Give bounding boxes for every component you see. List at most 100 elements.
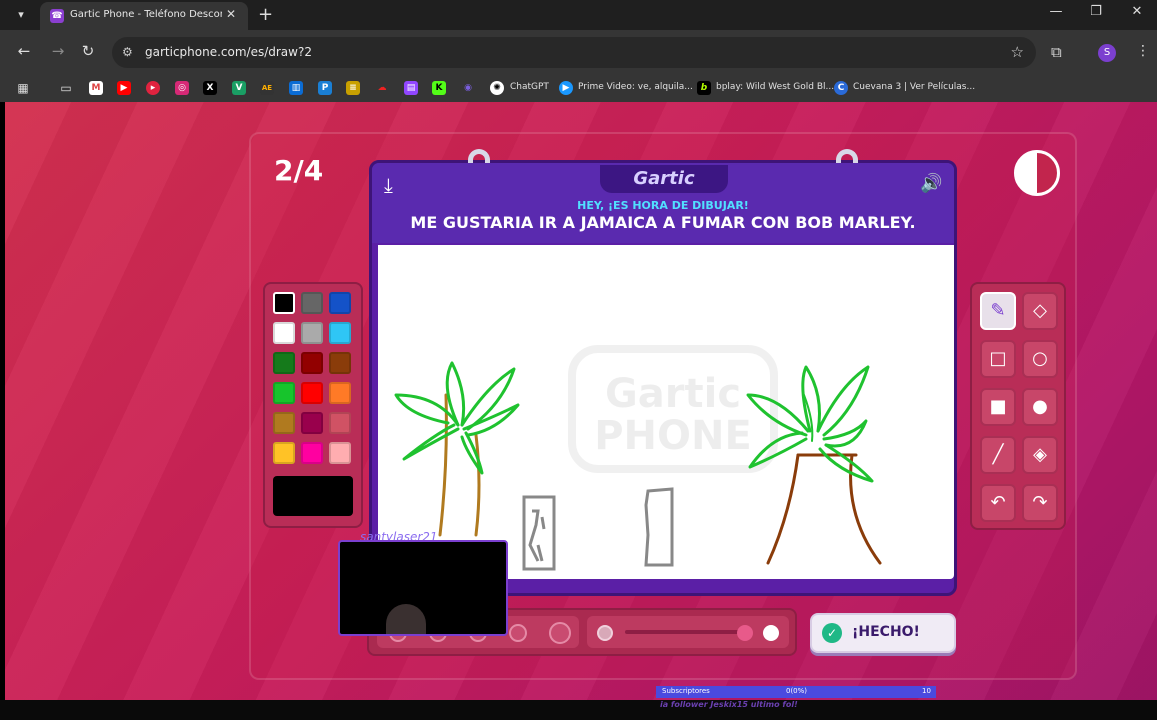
color-swatch[interactable]: [329, 412, 351, 434]
gartic-favicon-icon: ☎: [50, 9, 64, 23]
forward-icon[interactable]: →: [48, 42, 68, 60]
redo-icon[interactable]: ↷: [1022, 484, 1058, 522]
stack-icon[interactable]: ≡: [346, 81, 360, 95]
browser-tab-strip: ▾ ☎ Gartic Phone - Teléfono Descompuest …: [0, 0, 1157, 30]
gmail-icon[interactable]: M: [89, 81, 103, 95]
browser-tab[interactable]: ☎ Gartic Phone - Teléfono Descompuest ✕: [40, 2, 248, 30]
cuevana-icon[interactable]: C: [834, 81, 848, 95]
apps-grid-icon[interactable]: ▦: [16, 81, 30, 95]
profile-avatar[interactable]: S: [1098, 44, 1116, 62]
prompt-text: ME GUSTARIA IR A JAMAICA A FUMAR CON BOB…: [410, 213, 916, 232]
rectangle-filled-tool-icon[interactable]: ■: [980, 388, 1016, 426]
webcam-person: [386, 604, 426, 634]
gartic-page: 2/4 ⤓ Gartic 🔊 HEY, ¡ES HORA DE DIBUJAR!…: [5, 102, 1157, 700]
color-swatch[interactable]: [301, 322, 323, 344]
kick-icon[interactable]: K: [432, 81, 446, 95]
subscriber-goal-bar: Subscriptores 0(0%) 10: [656, 686, 936, 698]
color-swatch[interactable]: [301, 352, 323, 374]
subscriber-progress: 0(0%): [786, 687, 808, 695]
drawing-canvas[interactable]: Gartic PHONE: [378, 245, 954, 579]
line-tool-icon[interactable]: ╱: [980, 436, 1016, 474]
new-tab-icon[interactable]: +: [258, 4, 273, 25]
prime-video-icon[interactable]: ▶: [559, 81, 573, 95]
circle-outline-tool-icon[interactable]: ○: [1022, 340, 1058, 378]
bookmark-bplay[interactable]: bplay: Wild West Gold Bl...: [716, 82, 834, 92]
prompt-header: ⤓ Gartic 🔊 HEY, ¡ES HORA DE DIBUJAR! ME …: [372, 163, 954, 243]
pencil-tool-icon[interactable]: ✎: [980, 292, 1016, 330]
gray-sketch-figures: [522, 487, 674, 571]
color-swatch[interactable]: [273, 322, 295, 344]
done-button[interactable]: ✓ ¡HECHO!: [810, 613, 956, 653]
address-bar[interactable]: ⚙ garticphone.com/es/draw?2 ☆: [112, 37, 1036, 68]
bookmark-cuevana[interactable]: Cuevana 3 | Ver Películas...: [853, 82, 975, 92]
current-color-preview: [273, 476, 353, 516]
tab-close-icon[interactable]: ✕: [226, 7, 236, 21]
undo-icon[interactable]: ↶: [980, 484, 1016, 522]
color-swatch[interactable]: [301, 292, 323, 314]
tab-title: Gartic Phone - Teléfono Descompuest: [70, 9, 222, 20]
folder-icon[interactable]: ▭: [59, 81, 73, 95]
circle-filled-tool-icon[interactable]: ●: [1022, 388, 1058, 426]
opacity-handle[interactable]: [737, 625, 753, 641]
color-swatch[interactable]: [301, 412, 323, 434]
media-icon[interactable]: ▸: [146, 81, 160, 95]
opacity-max-icon: [763, 625, 779, 641]
ae-icon[interactable]: AE: [260, 81, 274, 95]
bookmark-star-icon[interactable]: ☆: [1011, 43, 1024, 61]
fill-bucket-tool-icon[interactable]: ◈: [1022, 436, 1058, 474]
subscriber-goal: 10: [922, 687, 931, 695]
screen-bottom: [0, 700, 1157, 720]
color-swatch[interactable]: [329, 292, 351, 314]
bookmark-chatgpt[interactable]: ChatGPT: [510, 82, 549, 92]
youtube-icon[interactable]: ▶: [117, 81, 131, 95]
trello-icon[interactable]: ▥: [289, 81, 303, 95]
eraser-tool-icon[interactable]: ◇: [1022, 292, 1058, 330]
tab-search-icon[interactable]: ▾: [10, 6, 32, 24]
extensions-icon[interactable]: ⧉: [1051, 43, 1062, 61]
color-swatch[interactable]: [273, 442, 295, 464]
rectangle-outline-tool-icon[interactable]: □: [980, 340, 1016, 378]
color-swatch[interactable]: [301, 382, 323, 404]
site-settings-icon[interactable]: ⚙: [122, 45, 133, 59]
restore-icon[interactable]: ❐: [1086, 4, 1106, 19]
instagram-icon[interactable]: ◎: [175, 81, 189, 95]
twitch-icon[interactable]: ▤: [404, 81, 418, 95]
done-label: ¡HECHO!: [852, 624, 920, 640]
timer-icon: [1014, 150, 1060, 196]
color-swatch[interactable]: [273, 352, 295, 374]
webcam-overlay: [338, 540, 508, 636]
menu-kebab-icon[interactable]: ⋮: [1136, 43, 1150, 59]
brush-size-5[interactable]: [549, 622, 571, 644]
brush-size-4[interactable]: [509, 624, 527, 642]
x-icon[interactable]: X: [203, 81, 217, 95]
color-swatch[interactable]: [273, 412, 295, 434]
p-icon[interactable]: P: [318, 81, 332, 95]
color-swatch[interactable]: [329, 442, 351, 464]
download-icon[interactable]: ⤓: [384, 173, 393, 197]
back-icon[interactable]: ←: [14, 42, 34, 60]
color-swatch[interactable]: [329, 352, 351, 374]
discord-icon[interactable]: ◉: [461, 81, 475, 95]
color-swatch[interactable]: [301, 442, 323, 464]
sound-icon[interactable]: 🔊: [920, 173, 942, 194]
follower-ticker: ia follower Jeskix15 ultimo fol!: [660, 700, 798, 709]
bplay-icon[interactable]: b: [697, 81, 711, 95]
opacity-track[interactable]: [625, 630, 749, 634]
reload-icon[interactable]: ↻: [78, 42, 98, 60]
vuetify-icon[interactable]: V: [232, 81, 246, 95]
window-close-icon[interactable]: ✕: [1127, 4, 1147, 19]
opacity-slider[interactable]: [587, 616, 789, 648]
chatgpt-icon[interactable]: ✺: [490, 81, 504, 95]
check-icon: ✓: [822, 623, 842, 643]
drawing-strokes: [394, 361, 882, 571]
color-swatch[interactable]: [273, 292, 295, 314]
cloud-icon[interactable]: ☁: [375, 81, 389, 95]
browser-toolbar: ← → ↻ ⚙ garticphone.com/es/draw?2 ☆ ⧉ S …: [0, 30, 1157, 74]
bookmark-prime-video[interactable]: Prime Video: ve, alquila...: [578, 82, 693, 92]
url-text: garticphone.com/es/draw?2: [145, 45, 312, 59]
color-swatch[interactable]: [329, 322, 351, 344]
minimize-icon[interactable]: —: [1046, 4, 1066, 19]
color-swatch[interactable]: [273, 382, 295, 404]
color-swatch[interactable]: [329, 382, 351, 404]
color-palette: [263, 282, 363, 528]
